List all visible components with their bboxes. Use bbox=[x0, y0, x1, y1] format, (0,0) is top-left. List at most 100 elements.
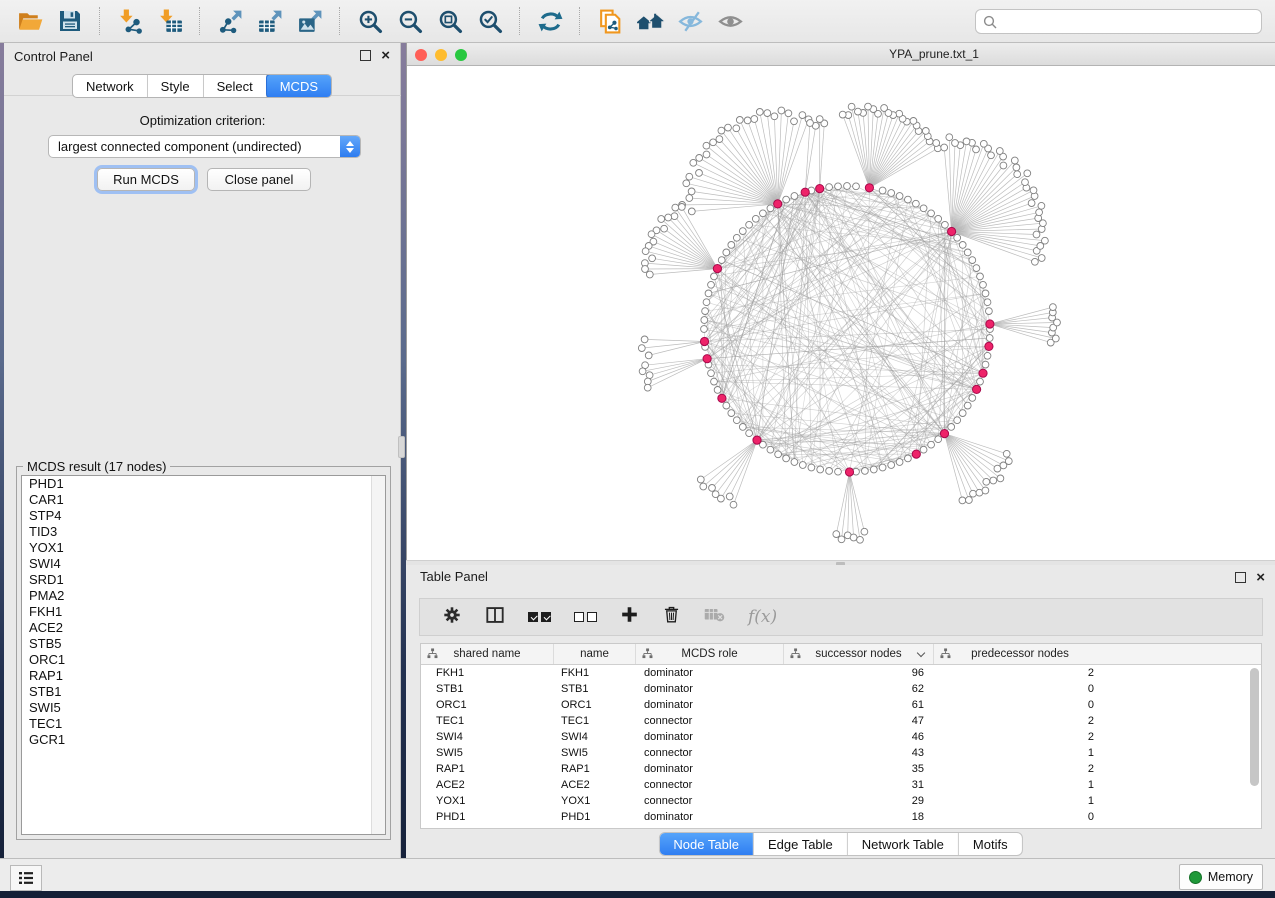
node[interactable] bbox=[933, 140, 940, 147]
node[interactable] bbox=[791, 118, 798, 125]
node[interactable] bbox=[690, 159, 697, 166]
node[interactable] bbox=[665, 214, 672, 221]
node[interactable] bbox=[785, 110, 792, 117]
node[interactable] bbox=[760, 210, 767, 217]
list-item[interactable]: SWI5 bbox=[22, 700, 385, 716]
node[interactable] bbox=[982, 290, 989, 297]
node[interactable] bbox=[649, 255, 656, 262]
mcds-node[interactable] bbox=[865, 184, 873, 192]
node[interactable] bbox=[744, 117, 751, 124]
node[interactable] bbox=[730, 501, 737, 508]
node[interactable] bbox=[697, 476, 704, 483]
refresh-button[interactable] bbox=[532, 4, 568, 38]
node[interactable] bbox=[696, 155, 703, 162]
node[interactable] bbox=[767, 205, 774, 212]
list-item[interactable]: STP4 bbox=[22, 508, 385, 524]
node[interactable] bbox=[857, 536, 864, 543]
node[interactable] bbox=[984, 352, 991, 359]
list-item[interactable]: CAR1 bbox=[22, 492, 385, 508]
node[interactable] bbox=[807, 120, 814, 127]
run-mcds-button[interactable]: Run MCDS bbox=[97, 168, 195, 191]
node[interactable] bbox=[922, 128, 929, 135]
node[interactable] bbox=[920, 446, 927, 453]
node[interactable] bbox=[756, 109, 763, 116]
node[interactable] bbox=[941, 144, 948, 151]
node[interactable] bbox=[746, 221, 753, 228]
node[interactable] bbox=[710, 139, 717, 146]
node[interactable] bbox=[705, 290, 712, 297]
mcds-node[interactable] bbox=[703, 355, 711, 363]
node[interactable] bbox=[678, 204, 685, 211]
mcds-node[interactable] bbox=[940, 430, 948, 438]
node[interactable] bbox=[853, 183, 860, 190]
window-control-dot[interactable] bbox=[415, 49, 427, 61]
node[interactable] bbox=[683, 180, 690, 187]
node[interactable] bbox=[977, 273, 984, 280]
node[interactable] bbox=[703, 299, 710, 306]
mcds-node[interactable] bbox=[700, 337, 708, 345]
node[interactable] bbox=[954, 234, 961, 241]
network-window-titlebar[interactable]: YPA_prune.txt_1 bbox=[407, 43, 1275, 66]
node[interactable] bbox=[708, 281, 715, 288]
node[interactable] bbox=[888, 190, 895, 197]
window-control-dot[interactable] bbox=[435, 49, 447, 61]
add-column-button[interactable] bbox=[620, 605, 639, 629]
first-neighbors-button[interactable] bbox=[632, 4, 668, 38]
node[interactable] bbox=[959, 242, 966, 249]
node[interactable] bbox=[973, 265, 980, 272]
mcds-node[interactable] bbox=[718, 394, 726, 402]
node[interactable] bbox=[848, 103, 855, 110]
node[interactable] bbox=[850, 534, 857, 541]
node[interactable] bbox=[990, 477, 997, 484]
node[interactable] bbox=[1036, 209, 1043, 216]
table-row[interactable]: RAP1RAP1dominator352 bbox=[421, 761, 1261, 777]
list-item[interactable]: PMA2 bbox=[22, 588, 385, 604]
node[interactable] bbox=[778, 107, 785, 114]
node[interactable] bbox=[920, 205, 927, 212]
list-item[interactable]: ACE2 bbox=[22, 620, 385, 636]
node[interactable] bbox=[751, 116, 758, 123]
node[interactable] bbox=[988, 152, 995, 159]
export-table-button[interactable] bbox=[252, 4, 288, 38]
node[interactable] bbox=[905, 455, 912, 462]
split-columns-button[interactable] bbox=[485, 605, 505, 630]
node[interactable] bbox=[718, 495, 725, 502]
node[interactable] bbox=[791, 193, 798, 200]
mcds-list-scrollbar[interactable] bbox=[371, 476, 385, 834]
close-panel-icon[interactable]: × bbox=[1256, 573, 1265, 582]
import-table-button[interactable] bbox=[152, 4, 188, 38]
node[interactable] bbox=[661, 225, 668, 232]
node[interactable] bbox=[723, 402, 730, 409]
node[interactable] bbox=[638, 345, 645, 352]
node[interactable] bbox=[986, 308, 993, 315]
show-all-button[interactable] bbox=[712, 4, 748, 38]
node[interactable] bbox=[642, 248, 649, 255]
export-image-button[interactable] bbox=[292, 4, 328, 38]
node[interactable] bbox=[672, 204, 679, 211]
column-header-successor-nodes[interactable]: successor nodes bbox=[784, 644, 934, 664]
node[interactable] bbox=[641, 336, 648, 343]
float-panel-icon[interactable] bbox=[360, 50, 371, 61]
zoom-in-button[interactable] bbox=[352, 4, 388, 38]
table-row[interactable]: SWI4SWI4dominator462 bbox=[421, 729, 1261, 745]
node[interactable] bbox=[1038, 255, 1045, 262]
node[interactable] bbox=[844, 183, 851, 190]
mcds-node[interactable] bbox=[985, 342, 993, 350]
node[interactable] bbox=[799, 112, 806, 119]
node[interactable] bbox=[996, 148, 1003, 155]
node[interactable] bbox=[959, 497, 966, 504]
node[interactable] bbox=[1033, 231, 1040, 238]
node[interactable] bbox=[896, 193, 903, 200]
vertical-splitter-handle[interactable] bbox=[398, 436, 405, 458]
node[interactable] bbox=[733, 125, 740, 132]
mcds-node[interactable] bbox=[986, 320, 994, 328]
table-row[interactable]: TEC1TEC1connector472 bbox=[421, 713, 1261, 729]
list-item[interactable]: STB1 bbox=[22, 684, 385, 700]
node[interactable] bbox=[935, 436, 942, 443]
node[interactable] bbox=[826, 468, 833, 475]
node[interactable] bbox=[718, 257, 725, 264]
list-item[interactable]: SRD1 bbox=[22, 572, 385, 588]
node[interactable] bbox=[733, 234, 740, 241]
node[interactable] bbox=[688, 188, 695, 195]
table-row[interactable]: STB1STB1dominator620 bbox=[421, 681, 1261, 697]
